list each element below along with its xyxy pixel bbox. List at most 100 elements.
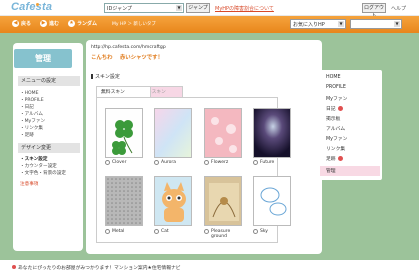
side-link-counter-settings[interactable]: ・カウンター設定	[20, 163, 57, 169]
back-arrow-icon: ◀	[12, 20, 19, 27]
skin-option-metal[interactable]: Metal	[105, 229, 124, 234]
side-link-album[interactable]: ・アルバム	[20, 111, 43, 117]
random-button[interactable]: ★ ランダム	[68, 20, 97, 27]
skin-name: Future	[260, 160, 275, 165]
bullet-icon	[12, 265, 16, 269]
admin-tab[interactable]: 管理	[14, 49, 72, 68]
skin-option-flowerz[interactable]: Flowerz	[204, 160, 228, 165]
jump-button[interactable]: ジャンプ	[186, 3, 210, 13]
cat-thumbnail[interactable]	[154, 176, 192, 226]
bottom-ad-link[interactable]: あなたにぴったりのお部屋がみつかります！マンション案内★住宅情報ナビ	[12, 264, 181, 271]
logo-accent-dot	[36, 3, 39, 6]
new-badge-icon	[337, 106, 343, 111]
skin-name: Flowerz	[211, 160, 229, 165]
right-link-diary-label: 日記	[326, 107, 336, 112]
side-link-home[interactable]: ・HOME	[20, 90, 39, 96]
radio-button[interactable]	[105, 160, 110, 165]
side-link-diary[interactable]: ・日記	[20, 104, 34, 110]
radio-button[interactable]	[253, 229, 258, 234]
side-link-color-settings[interactable]: ・文字色・背景の設定	[20, 170, 66, 176]
radio-button[interactable]	[204, 160, 209, 165]
flowerz-thumbnail[interactable]	[204, 108, 242, 158]
radio-button[interactable]	[105, 229, 110, 234]
radio-button[interactable]	[253, 160, 258, 165]
side-link-profile[interactable]: ・PROFILE	[20, 97, 44, 103]
radio-button[interactable]	[204, 229, 209, 234]
side-link-skin-settings[interactable]: ・スキン設定	[20, 156, 47, 162]
flower-icon	[205, 109, 241, 157]
skin-option-cat[interactable]: Cat	[154, 229, 169, 234]
radio-button[interactable]	[154, 160, 159, 165]
future-thumbnail[interactable]	[253, 108, 291, 158]
skin-option-pleasure-ground[interactable]: Pleasure ground	[204, 229, 241, 239]
aurora-icon	[155, 109, 191, 157]
bottom-ad-text: あなたにぴったりのお部屋がみつかります！マンション案内★住宅情報ナビ	[18, 266, 181, 271]
favorite-hp-select[interactable]: お気に入りHP ▼	[290, 19, 346, 29]
pleasure-ground-thumbnail[interactable]	[204, 176, 242, 226]
right-link-bbs[interactable]: 掲示板	[326, 115, 340, 122]
random-icon: ★	[68, 20, 75, 27]
future-icon	[254, 109, 290, 157]
chevron-down-icon: ▼	[394, 21, 400, 27]
right-link-footprints-label: 足跡	[326, 157, 336, 162]
cat-icon	[155, 177, 191, 225]
sky-thumbnail[interactable]	[253, 176, 291, 226]
top-notice-link[interactable]: MyHPの障害割合について	[215, 5, 274, 12]
new-badge-icon	[337, 156, 343, 161]
skin-option-future[interactable]: Future	[253, 160, 274, 165]
forward-button[interactable]: ▶ 進む	[40, 20, 59, 27]
design-change-heading: デザイン変更	[18, 143, 80, 153]
skin-option-aurora[interactable]: Aurora	[154, 160, 176, 165]
side-link-myfan[interactable]: ・Myファン	[20, 118, 45, 124]
help-link[interactable]: ヘルプ	[391, 5, 406, 12]
clover-thumbnail[interactable]	[105, 108, 143, 158]
metal-icon	[106, 177, 142, 225]
chevron-down-icon: ▼	[338, 21, 344, 27]
id-jump-select-value: IDジャンプ	[107, 6, 132, 12]
skin-name: Cat	[161, 229, 169, 234]
clover-icon	[106, 109, 142, 157]
favorite-hp-select-value: お気に入りHP	[293, 22, 325, 28]
right-link-album[interactable]: アルバム	[326, 125, 345, 132]
skin-option-clover[interactable]: Clover	[105, 160, 126, 165]
right-link-home[interactable]: HOME	[326, 75, 341, 80]
page-url[interactable]: http://hp.cafesta.com/hmcraftgp	[91, 45, 166, 50]
side-link-footprints[interactable]: ・足跡	[20, 132, 34, 138]
breadcrumb[interactable]: My HP ＞ 新しいタブ	[112, 21, 156, 27]
pleasure-icon	[205, 177, 241, 225]
nav-bar: ◀ 戻る ▶ 進む ★ ランダム My HP ＞ 新しいタブ お気に入りHP ▼ ▼	[0, 16, 419, 33]
skin-name: Sky	[260, 229, 268, 234]
radio-button[interactable]	[154, 229, 159, 234]
random-label: ランダム	[77, 21, 98, 27]
menu-settings-heading: メニューの設定	[18, 76, 80, 86]
skin-option-sky[interactable]: Sky	[253, 229, 268, 234]
back-button[interactable]: ◀ 戻る	[12, 20, 31, 27]
back-label: 戻る	[21, 21, 32, 27]
sky-icon	[254, 177, 290, 225]
secondary-select[interactable]: ▼	[350, 19, 402, 29]
right-link-links[interactable]: リンク集	[326, 145, 345, 152]
notice-link[interactable]: 注意事項	[20, 181, 38, 187]
chevron-down-icon: ▼	[176, 5, 182, 11]
aurora-thumbnail[interactable]	[154, 108, 192, 158]
metal-thumbnail[interactable]	[105, 176, 143, 226]
forward-arrow-icon: ▶	[40, 20, 47, 27]
tab-free-skins[interactable]: 無料スキン	[96, 86, 151, 97]
skin-name: Metal	[112, 229, 125, 234]
right-link-myfan-2[interactable]: Myファン	[326, 135, 347, 142]
forward-label: 進む	[49, 21, 60, 27]
cafesta-logo[interactable]: Cafesta	[11, 1, 52, 13]
section-heading: スキン設定	[91, 73, 120, 80]
id-jump-select[interactable]: IDジャンプ ▼	[104, 3, 184, 13]
skin-name: Aurora	[161, 160, 177, 165]
tab-free-label: 無料スキン	[101, 90, 125, 95]
skin-name: Clover	[112, 160, 127, 165]
right-link-profile[interactable]: PROFILE	[326, 85, 346, 90]
side-link-links[interactable]: ・リンク集	[20, 125, 43, 131]
right-link-footprints[interactable]: 足跡	[326, 155, 343, 162]
skin-name: Pleasure ground	[211, 229, 231, 239]
right-link-diary[interactable]: 日記	[326, 105, 343, 112]
right-link-admin[interactable]: 管理	[326, 167, 336, 174]
right-link-myfan[interactable]: Myファン	[326, 95, 347, 102]
logout-button[interactable]: ログアウト	[362, 3, 386, 19]
